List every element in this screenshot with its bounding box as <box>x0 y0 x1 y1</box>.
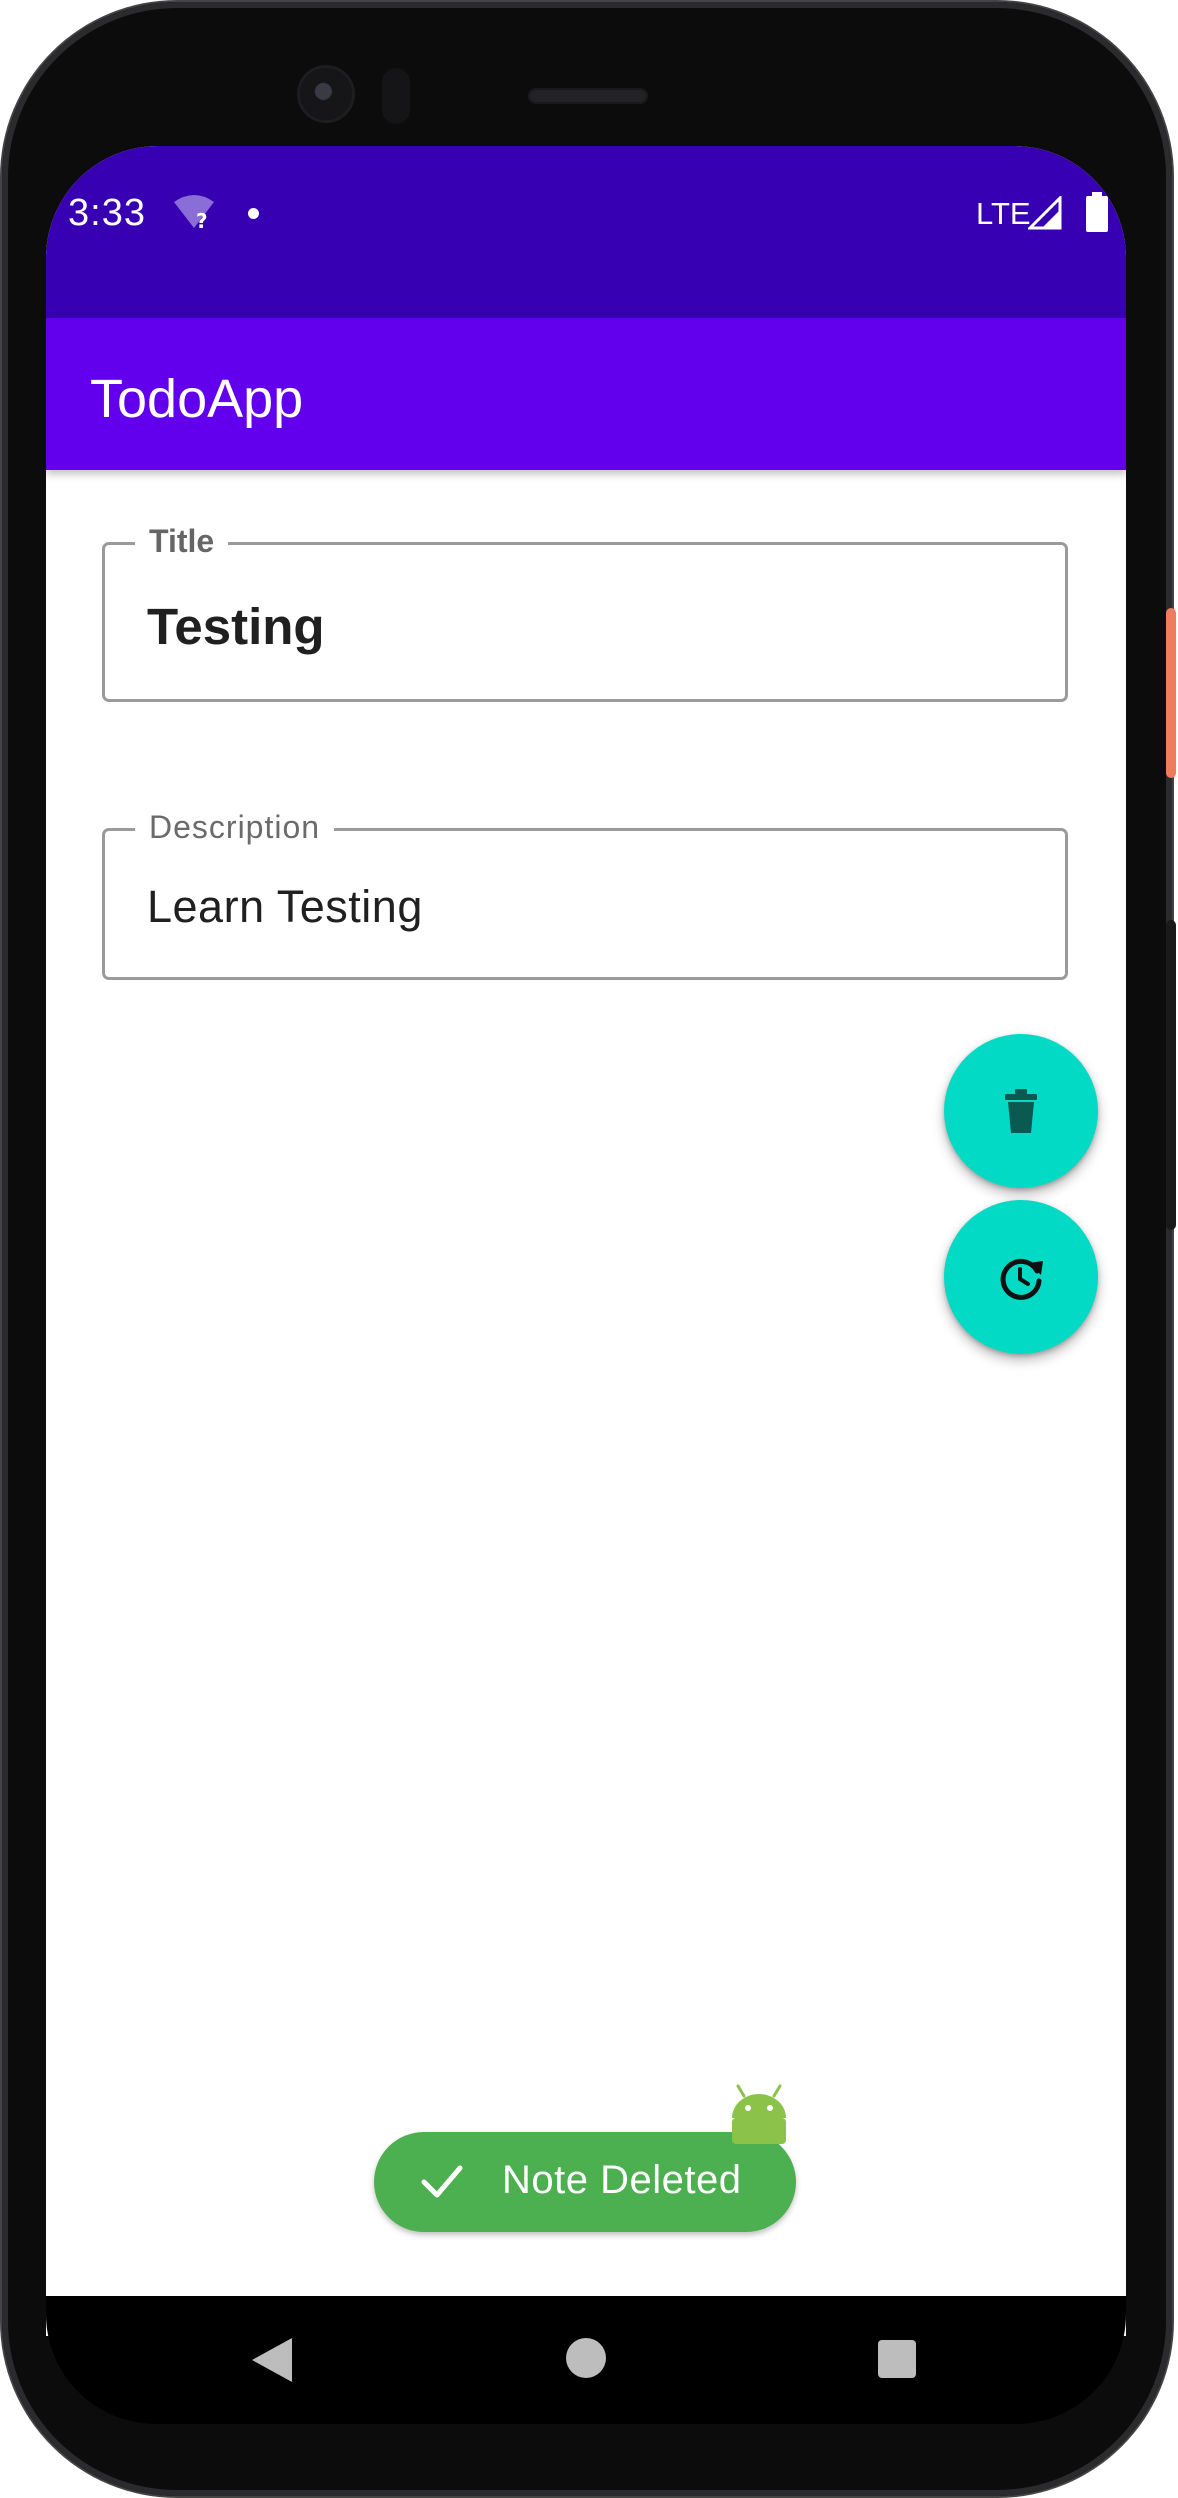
status-time: 3:33 <box>68 192 146 234</box>
status-bar: 3:33 ? LTE <box>46 146 1126 318</box>
earpiece-speaker <box>528 88 648 104</box>
battery-icon <box>1086 192 1108 232</box>
title-field-value[interactable]: Testing <box>147 597 325 656</box>
description-field[interactable]: Description Learn Testing <box>102 809 1068 980</box>
toast: Note Deleted <box>374 2084 796 2232</box>
front-camera <box>300 68 352 120</box>
screen: 3:33 ? LTE TodoApp Title Testing Descrip… <box>46 146 1126 2336</box>
app-bar: TodoApp <box>46 318 1126 470</box>
recents-icon[interactable] <box>878 2340 916 2378</box>
trash-icon <box>1005 1089 1037 1133</box>
description-field-value[interactable]: Learn Testing <box>147 881 423 933</box>
proximity-sensor <box>382 68 410 124</box>
description-field-label: Description <box>135 809 335 846</box>
signal-icon <box>1028 196 1062 230</box>
checkmark-icon <box>421 2165 463 2198</box>
toast-message: Note Deleted <box>502 2158 742 2202</box>
delete-button[interactable] <box>944 1034 1098 1188</box>
title-field-label: Title <box>135 523 229 560</box>
svg-text:?: ? <box>196 209 208 232</box>
network-type: LTE <box>976 196 1031 231</box>
android-icon <box>732 2084 786 2144</box>
app-title: TodoApp <box>90 369 304 429</box>
restore-button[interactable] <box>944 1200 1098 1354</box>
navigation-bar <box>46 2296 1126 2424</box>
wifi-unknown-icon: ? <box>174 195 214 232</box>
back-icon[interactable] <box>250 2336 294 2384</box>
title-field[interactable]: Title Testing <box>102 523 1068 702</box>
notification-dot-icon <box>248 208 259 219</box>
home-icon[interactable] <box>566 2338 606 2378</box>
restore-clock-icon <box>1000 1258 1043 1300</box>
volume-rocker[interactable] <box>1166 920 1176 1230</box>
power-button[interactable] <box>1166 608 1176 778</box>
